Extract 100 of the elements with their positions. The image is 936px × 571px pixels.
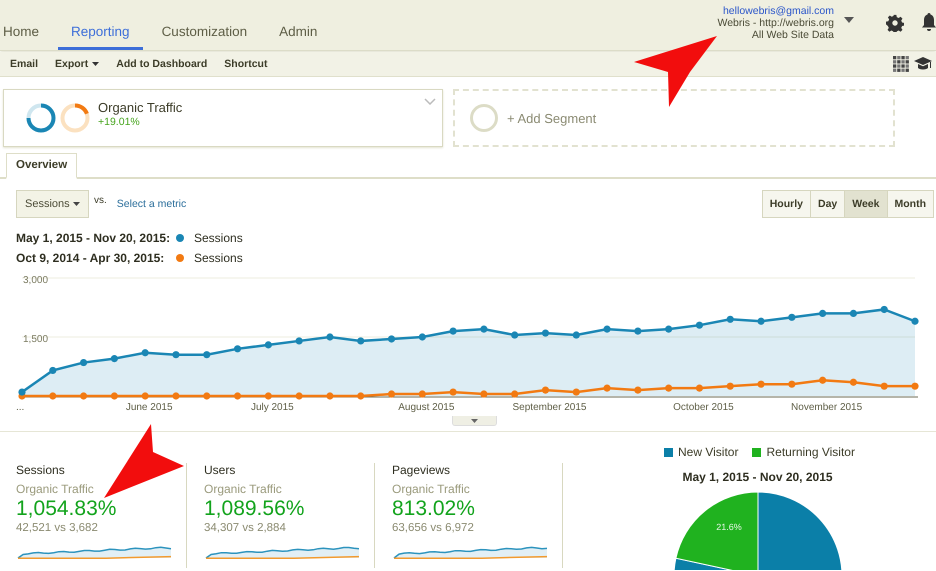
point <box>788 314 796 321</box>
percent-change: 813.02% <box>392 497 476 521</box>
point <box>511 331 518 339</box>
segment-change: +19.01% <box>98 116 141 128</box>
point <box>234 392 242 400</box>
point <box>603 384 611 392</box>
point <box>726 316 734 323</box>
comparison-values: 42,521 vs 3,682 <box>16 522 99 534</box>
point <box>418 390 426 398</box>
point <box>18 388 26 396</box>
segment-card[interactable]: Organic Traffic +19.01% <box>3 89 443 147</box>
nav-tab[interactable]: Customization <box>148 0 260 50</box>
account-email: hellowebris@gmail.com <box>722 5 834 17</box>
point <box>850 378 858 386</box>
toolbar-button[interactable]: Shortcut <box>224 58 268 70</box>
point <box>542 386 550 394</box>
x-axis-label: September 2015 <box>512 402 586 413</box>
overview-tab[interactable]: Overview <box>6 153 78 179</box>
caret-icon <box>92 62 100 66</box>
point <box>357 337 364 345</box>
point <box>480 326 488 333</box>
segment-label: Organic Traffic <box>204 482 283 496</box>
legend-label: New Visitor <box>678 445 738 459</box>
add-segment-button[interactable]: + Add Segment <box>453 89 895 147</box>
caret-icon[interactable] <box>844 17 854 23</box>
point <box>634 328 642 335</box>
percent-change: 1,054.83% <box>16 497 118 521</box>
point <box>80 358 88 366</box>
point <box>357 392 364 400</box>
point <box>450 328 457 335</box>
y-axis-label: 3,000 <box>23 275 48 286</box>
series-label: Sessions <box>194 231 243 245</box>
x-axis-label: November 2015 <box>791 402 862 413</box>
point <box>172 392 180 400</box>
select-metric-link[interactable]: Select a metric <box>116 198 186 210</box>
nav-tab[interactable]: Home <box>3 0 52 50</box>
nav-tab[interactable]: Admin <box>266 0 330 50</box>
point <box>296 392 303 400</box>
point <box>264 392 272 400</box>
versus-label: vs. <box>94 195 107 206</box>
granularity-button[interactable]: Week <box>844 190 886 216</box>
x-axis-label: July 2015 <box>250 402 294 413</box>
point <box>665 384 672 392</box>
caret-icon <box>73 202 80 206</box>
series-label: Sessions <box>194 251 243 265</box>
point <box>203 351 210 358</box>
metric-title: Pageviews <box>392 463 452 477</box>
metric-dropdown[interactable]: Sessions <box>16 190 89 218</box>
point <box>757 318 765 325</box>
point <box>850 310 858 317</box>
point <box>819 310 826 317</box>
x-axis-label: August 2015 <box>398 402 454 413</box>
export-menu-button[interactable]: Export <box>55 58 100 70</box>
point <box>388 335 396 343</box>
point <box>665 326 672 333</box>
point <box>296 337 303 345</box>
point <box>696 322 704 329</box>
segment-name: Organic Traffic <box>98 100 182 115</box>
point <box>80 392 88 400</box>
point <box>819 376 826 384</box>
point <box>880 382 888 390</box>
notification-bell-icon[interactable] <box>922 13 936 31</box>
percent-change: 1,089.56% <box>204 497 306 521</box>
legend-label: Returning Visitor <box>766 445 855 459</box>
settings-icon[interactable] <box>886 14 904 32</box>
granularity-button[interactable]: Day <box>810 190 844 216</box>
chart-title: May 1, 2015 - Nov 20, 2015 <box>682 470 833 484</box>
point <box>418 333 426 341</box>
grid-icon[interactable] <box>892 55 910 73</box>
point <box>203 392 210 400</box>
point <box>142 349 149 356</box>
comparison-values: 34,307 vs 2,884 <box>204 522 287 534</box>
donut-ring-icon <box>60 103 90 133</box>
point <box>49 392 56 400</box>
point <box>450 388 457 396</box>
granularity-button[interactable]: Month <box>886 190 933 216</box>
toolbar-button[interactable]: Add to Dashboard <box>116 58 208 70</box>
point <box>788 380 796 388</box>
caret-icon <box>471 418 478 422</box>
slice-label: 21.6% <box>716 522 742 532</box>
y-axis-label: 1,500 <box>23 334 48 345</box>
metric-title: Sessions <box>16 463 66 477</box>
metric-title: Users <box>204 463 236 477</box>
point <box>572 331 580 339</box>
x-axis-label: October 2015 <box>673 402 734 413</box>
granularity-button[interactable]: Hourly <box>762 190 810 216</box>
point <box>480 390 488 398</box>
point <box>726 382 734 390</box>
point <box>110 355 118 362</box>
date-range-label: Oct 9, 2014 - Apr 30, 2015: <box>16 251 166 265</box>
comparison-values: 63,656 vs 6,972 <box>392 522 475 534</box>
point <box>326 392 334 400</box>
donut-ring-icon <box>26 103 56 133</box>
collapse-handle[interactable] <box>452 416 497 426</box>
point <box>911 382 919 390</box>
point <box>511 390 518 398</box>
point <box>172 351 180 358</box>
toolbar-button[interactable]: Email <box>10 58 38 70</box>
point <box>911 318 919 325</box>
point <box>264 341 272 348</box>
